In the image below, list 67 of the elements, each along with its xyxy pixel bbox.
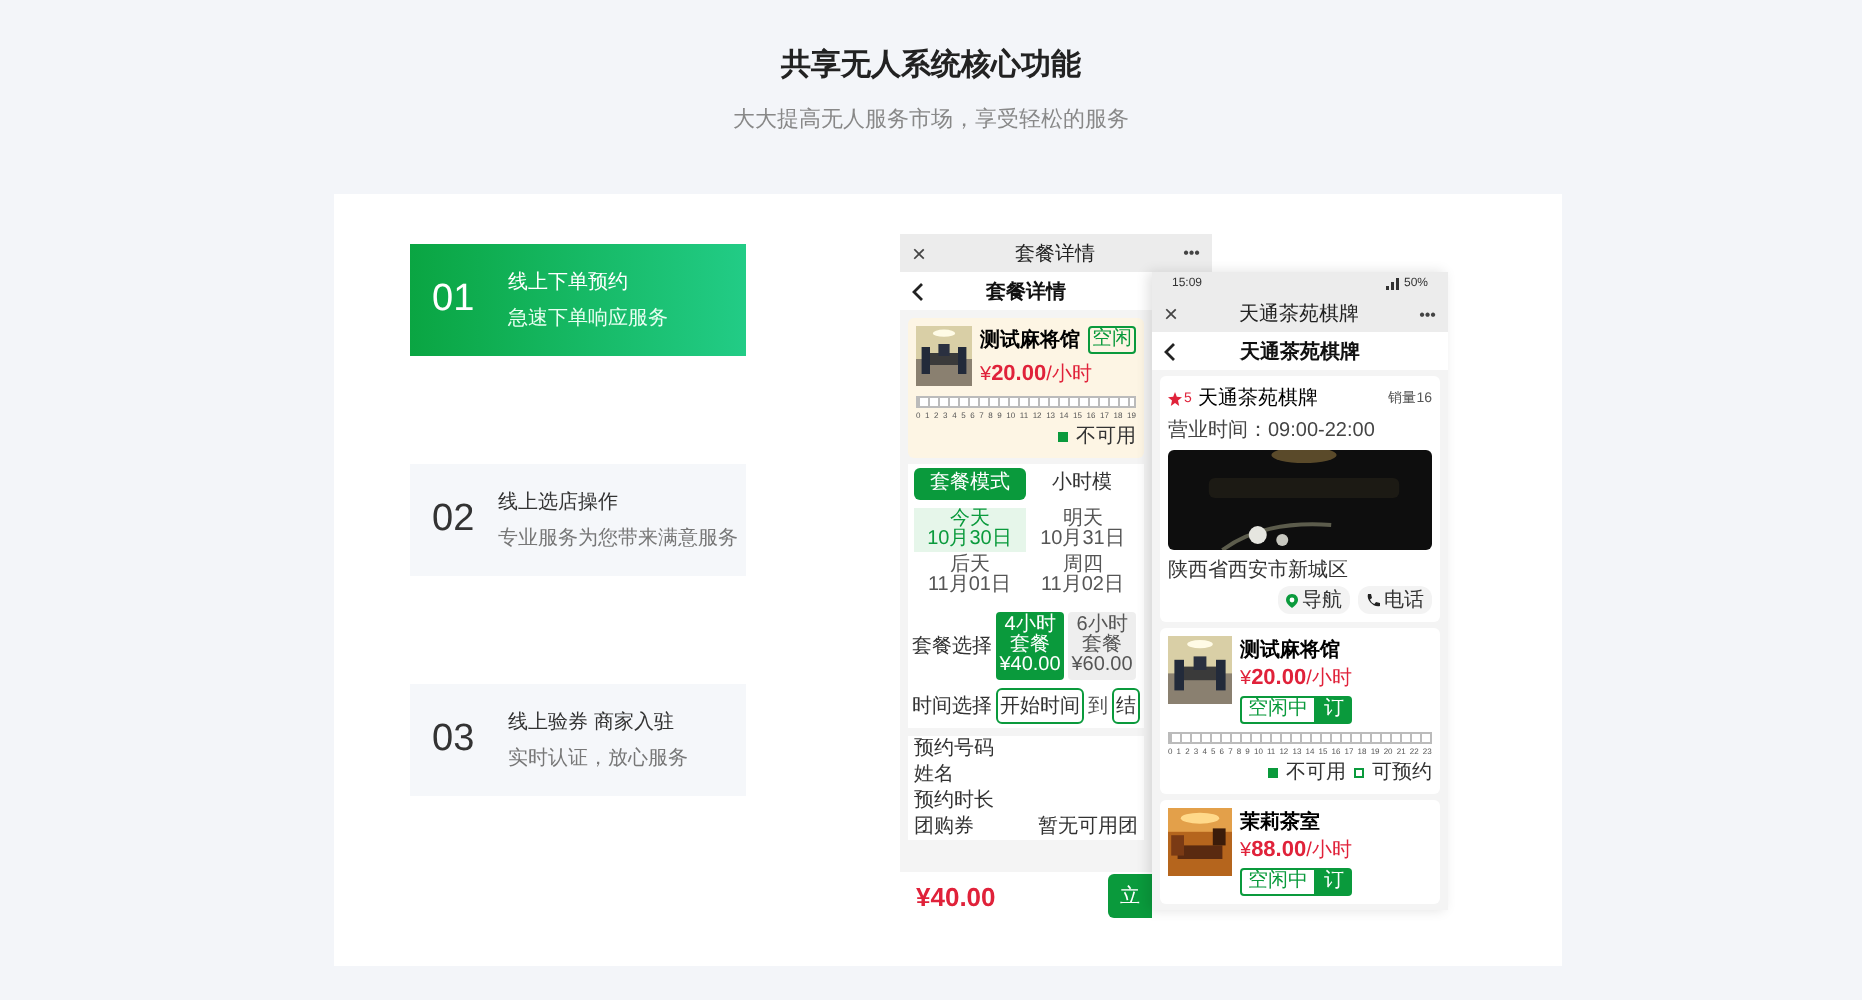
nav-title: 天通茶苑棋牌 — [1240, 339, 1360, 365]
form-label: 预约号码 — [914, 736, 994, 762]
legend-label: 可预约 — [1372, 760, 1432, 786]
mode-tab[interactable]: 套餐模式 — [914, 468, 1026, 500]
date-option[interactable]: 周四 11月02日 — [1027, 554, 1138, 598]
feature-title: 线上下单预约 — [508, 269, 630, 296]
date-option[interactable]: 明天 10月31日 — [1027, 508, 1138, 552]
shop-address: 陕西省西安市新城区 — [1168, 557, 1350, 584]
close-button[interactable]: × — [1164, 300, 1179, 328]
room-price: ¥88.00/小时 — [1240, 836, 1352, 864]
shop-name: 天通茶苑棋牌 — [1197, 385, 1318, 412]
star-icon — [1168, 391, 1182, 405]
section-label: 套餐选择 — [912, 633, 992, 660]
form-label: 预约时长 — [914, 788, 994, 814]
submit-button[interactable]: 立 — [1108, 874, 1152, 918]
room-price: ¥20.00/小时 — [980, 360, 1094, 388]
more-button[interactable]: ••• — [1183, 244, 1200, 262]
room-name: 茉莉茶室 — [1240, 808, 1322, 836]
date-option[interactable]: 后天 11月01日 — [914, 554, 1025, 598]
back-icon[interactable] — [1164, 342, 1176, 362]
book-button[interactable]: 订 — [1316, 696, 1352, 724]
feature-number: 01 — [432, 278, 477, 322]
more-button[interactable]: ••• — [1419, 305, 1436, 323]
window-title: 天通茶苑棋牌 — [1238, 301, 1359, 328]
start-time-button[interactable]: 开始时间 — [996, 688, 1084, 724]
window-title: 套餐详情 — [1014, 241, 1095, 267]
close-button[interactable]: × — [912, 239, 927, 267]
legend-swatch — [1058, 431, 1068, 441]
back-icon[interactable] — [912, 282, 924, 302]
section-label: 时间选择 — [912, 693, 992, 720]
form-label: 团购券 — [914, 814, 974, 840]
legend-swatch — [1268, 767, 1278, 777]
mode-tab[interactable]: 小时模 — [1026, 468, 1138, 500]
form-label: 姓名 — [914, 762, 954, 788]
package-option[interactable]: 6小时套餐 ¥60.00 — [1068, 612, 1136, 680]
status-button[interactable]: 空闲中 — [1240, 868, 1316, 896]
room-name: 测试麻将馆 — [1240, 636, 1342, 664]
call-button[interactable]: 电话 — [1358, 586, 1432, 614]
signal-icon — [1385, 278, 1400, 290]
form-value: 暂无可用团 — [1038, 814, 1138, 840]
to-label: 到 — [1088, 694, 1108, 720]
feature-title: 线上选店操作 — [498, 489, 621, 516]
feature-description: 急速下单响应服务 — [508, 305, 668, 332]
package-option[interactable]: 4小时套餐 ¥40.00 — [996, 612, 1064, 680]
room-price: ¥20.00/小时 — [1240, 664, 1352, 692]
phone-icon — [1366, 593, 1380, 607]
feature-card[interactable]: 03 线上验券 商家入驻 实时认证，放心服务 — [410, 684, 746, 796]
feature-description: 实时认证，放心服务 — [508, 745, 688, 772]
page-title: 共享无人系统核心功能 — [779, 46, 1083, 84]
feature-title: 线上验券 商家入驻 — [508, 709, 676, 736]
feature-description: 专业服务为您带来满意服务 — [498, 525, 739, 552]
business-hours: 营业时间：09:00-22:00 — [1168, 417, 1377, 444]
total-price: ¥40.00 — [916, 881, 996, 911]
legend-label: 不可用 — [1076, 424, 1136, 450]
room-name: 测试麻将馆 — [980, 326, 1080, 354]
legend-label: 不可用 — [1286, 760, 1346, 786]
status-button[interactable]: 空闲中 — [1240, 696, 1316, 724]
feature-number: 02 — [432, 498, 475, 542]
location-pin-icon — [1286, 593, 1298, 607]
legend-swatch — [1354, 767, 1364, 777]
book-button[interactable]: 订 — [1316, 868, 1352, 896]
end-time-button[interactable]: 结 — [1112, 688, 1140, 724]
feature-card[interactable]: 02 线上选店操作 专业服务为您带来满意服务 — [410, 464, 746, 576]
feature-number: 03 — [432, 718, 477, 762]
nav-title: 套餐详情 — [986, 278, 1066, 305]
page-subtitle: 大大提高无人服务市场，享受轻松的服务 — [731, 105, 1131, 134]
navigate-button[interactable]: 导航 — [1278, 586, 1350, 614]
